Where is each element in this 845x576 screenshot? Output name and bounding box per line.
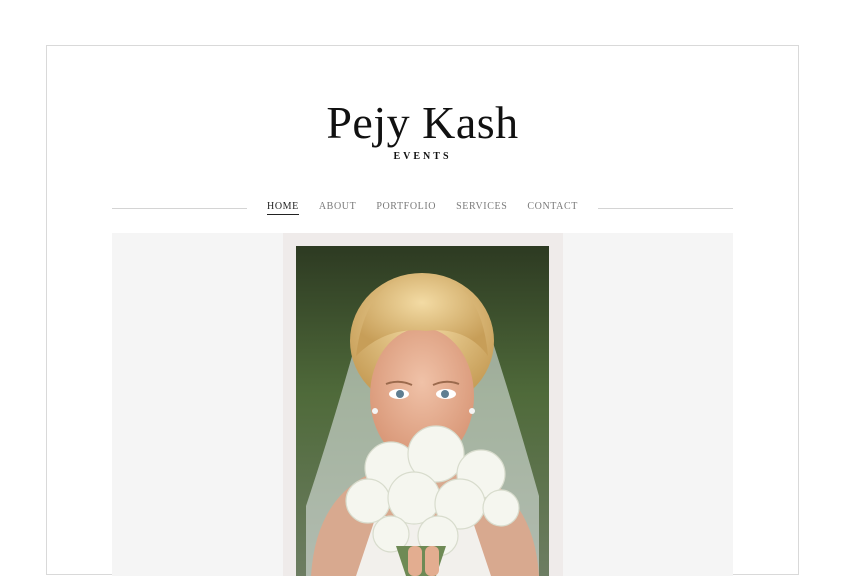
nav-list: HOME ABOUT PORTFOLIO SERVICES CONTACT	[247, 201, 598, 215]
nav-rule-right	[597, 207, 733, 209]
logo-subtitle: EVENTS	[393, 151, 452, 162]
nav-rule-left	[112, 207, 248, 209]
nav-item-contact[interactable]: CONTACT	[527, 201, 578, 215]
logo-name: Pejy Kash	[326, 97, 519, 148]
nav-item-portfolio[interactable]: PORTFOLIO	[376, 201, 436, 215]
nav-item-about[interactable]: ABOUT	[319, 201, 356, 215]
nav-item-services[interactable]: SERVICES	[456, 201, 507, 215]
photo-mat	[283, 233, 563, 576]
hero-slideshow	[112, 233, 733, 576]
page-frame: Pejy Kash EVENTS HOME ABOUT PORTFOLIO SE…	[46, 45, 799, 576]
site-logo[interactable]: Pejy Kash EVENTS	[47, 97, 798, 163]
nav-item-home[interactable]: HOME	[267, 201, 299, 215]
main-navigation: HOME ABOUT PORTFOLIO SERVICES CONTACT	[112, 198, 733, 218]
bride-photo	[296, 246, 549, 576]
